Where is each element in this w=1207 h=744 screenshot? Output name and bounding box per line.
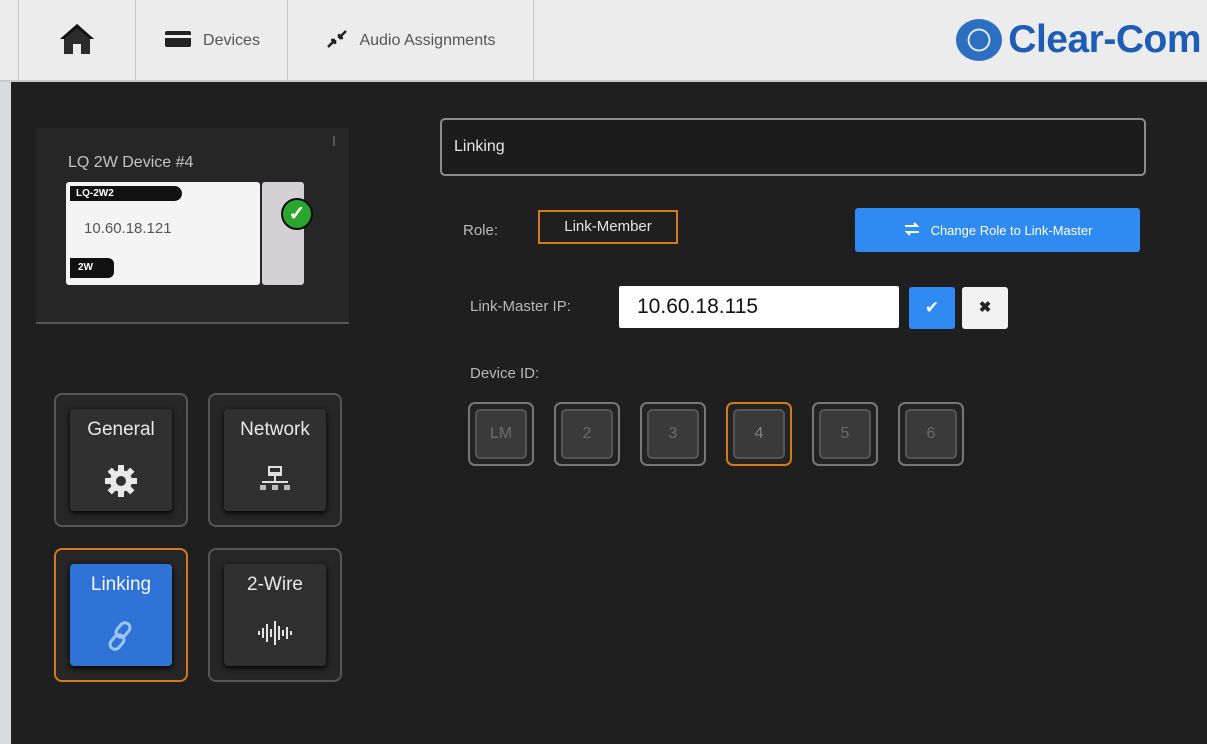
- tile-2-wire[interactable]: 2-Wire: [208, 548, 342, 682]
- tile-2-wire-inner: 2-Wire: [224, 564, 326, 666]
- close-icon: ✖: [978, 299, 992, 316]
- check-circle-icon: ✓: [281, 198, 313, 230]
- clear-com-logo: Clear-Com: [956, 18, 1201, 62]
- device-title: LQ 2W Device #4: [68, 154, 194, 171]
- device-card[interactable]: LQ-2W2 10.60.18.121 2W: [66, 182, 260, 285]
- device-status-panel: ✓: [262, 182, 313, 285]
- confirm-button[interactable]: ✔: [909, 287, 955, 329]
- device-id-button[interactable]: 3: [640, 402, 706, 466]
- card-icon: [163, 28, 193, 55]
- cancel-button[interactable]: ✖: [962, 287, 1008, 329]
- device-id-value: 6: [905, 409, 957, 459]
- device-id-button-selected[interactable]: 4: [726, 402, 792, 466]
- top-navigation-bar: Devices Audio Assignments Clear-Com: [0, 0, 1207, 82]
- devices-tab[interactable]: Devices: [136, 0, 288, 82]
- tile-general-label: General: [87, 419, 155, 440]
- left-edge-strip: [0, 82, 11, 744]
- device-id-button[interactable]: 2: [554, 402, 620, 466]
- home-tab[interactable]: [18, 0, 136, 82]
- link-master-ip-input[interactable]: [619, 286, 899, 328]
- change-role-label: Change Role to Link-Master: [930, 222, 1093, 238]
- device-id-button[interactable]: 6: [898, 402, 964, 466]
- link-chain-icon: [70, 618, 172, 662]
- device-id-button[interactable]: 5: [812, 402, 878, 466]
- device-type-badge: 2W: [70, 258, 114, 278]
- tile-network-inner: Network: [224, 409, 326, 511]
- devices-tab-label: Devices: [203, 32, 260, 49]
- clear-com-logo-icon: [956, 19, 1003, 61]
- device-id-value: LM: [475, 409, 527, 459]
- device-id-value: 5: [819, 409, 871, 459]
- role-label: Role:: [463, 222, 499, 239]
- tile-2-wire-label: 2-Wire: [247, 574, 303, 595]
- device-id-value: 2: [561, 409, 613, 459]
- device-id-value: 4: [733, 409, 785, 459]
- audio-waveform-icon: [224, 618, 326, 656]
- linking-section-header: Linking: [440, 118, 1146, 176]
- arrows-diagonal-icon: [325, 28, 349, 55]
- link-master-ip-label: Link-Master IP:: [470, 298, 571, 315]
- check-icon: ✔: [924, 298, 940, 317]
- device-ip: 10.60.18.121: [84, 220, 172, 237]
- device-id-value: 3: [647, 409, 699, 459]
- audio-assignments-tab[interactable]: Audio Assignments: [288, 0, 534, 82]
- device-panel: LQ 2W Device #4 LQ-2W2 10.60.18.121 2W ✓: [36, 128, 349, 324]
- gear-icon: [70, 463, 172, 507]
- tile-linking-inner: Linking: [70, 564, 172, 666]
- device-id-button[interactable]: LM: [468, 402, 534, 466]
- app-window: Devices Audio Assignments Clear-Com LQ 2…: [0, 0, 1207, 744]
- tile-linking[interactable]: Linking: [54, 548, 188, 682]
- tile-general[interactable]: General: [54, 393, 188, 527]
- tile-network[interactable]: Network: [208, 393, 342, 527]
- audio-assignments-label: Audio Assignments: [359, 32, 496, 49]
- network-icon: [224, 463, 326, 505]
- device-id-label: Device ID:: [470, 365, 540, 382]
- panel-divider: [333, 136, 335, 146]
- role-value: Link-Member: [538, 210, 678, 244]
- swap-icon: [903, 221, 921, 239]
- home-icon: [58, 21, 96, 62]
- brand-name: Clear-Com: [1008, 18, 1201, 61]
- device-model-badge: LQ-2W2: [70, 186, 182, 201]
- change-role-button[interactable]: Change Role to Link-Master: [855, 208, 1140, 252]
- tile-network-label: Network: [240, 419, 310, 440]
- tile-linking-label: Linking: [90, 574, 152, 595]
- tile-general-inner: General: [70, 409, 172, 511]
